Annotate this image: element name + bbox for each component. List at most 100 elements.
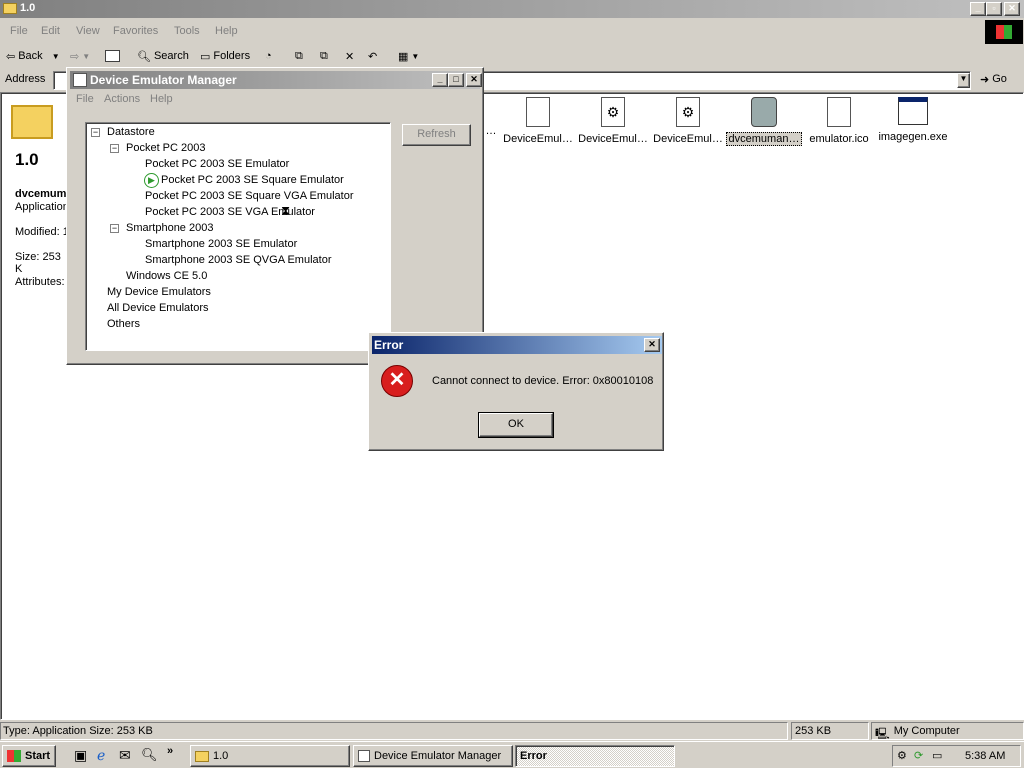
tree-node-my-emulators[interactable]: My Device Emulators <box>107 286 211 298</box>
refresh-button[interactable]: Refresh <box>402 124 471 146</box>
menu-tools[interactable]: Tools <box>174 25 200 37</box>
tree-leaf[interactable]: Pocket PC 2003 SE Square Emulator <box>161 174 344 186</box>
up-folder-button[interactable] <box>105 47 120 65</box>
tree-leaf[interactable]: Pocket PC 2003 SE Emulator <box>145 158 289 170</box>
search-button[interactable]: 🔍︎ Search <box>137 47 189 65</box>
file-item[interactable]: emulator.ico <box>800 97 878 145</box>
file-item[interactable]: imagegen.exe <box>874 97 952 143</box>
tree-leaf[interactable]: Pocket PC 2003 SE Square VGA Emulator <box>145 190 354 202</box>
file-type: Application <box>15 201 69 213</box>
chevron-down-icon: ▼ <box>82 51 91 61</box>
system-tray: ⚙ ⟳ ▭ 5:38 AM <box>892 745 1021 767</box>
tree-node-smartphone[interactable]: Smartphone 2003 <box>126 222 213 234</box>
forward-arrow-icon: ⇨ <box>70 50 80 63</box>
error-title-bar[interactable]: Error ✕ <box>372 336 662 354</box>
start-button[interactable]: Start <box>2 745 56 767</box>
ico-file-icon <box>827 97 851 127</box>
ok-button[interactable]: OK <box>478 412 554 438</box>
error-icon: ✕ <box>381 365 413 397</box>
my-computer-icon: 🖳︎ <box>875 728 890 740</box>
back-button[interactable]: ⇦ Back ▼ <box>6 47 60 65</box>
tree-node-datastore[interactable]: Datastore <box>107 126 155 138</box>
menu-favorites[interactable]: Favorites <box>113 25 158 37</box>
monitor-icon[interactable]: ▭ <box>932 749 942 762</box>
file-item[interactable]: ⚙ DeviceEmul… <box>574 97 652 145</box>
exe-window-icon <box>898 97 928 125</box>
folders-button[interactable]: ▭ Folders <box>200 47 250 65</box>
emulator-tree[interactable]: − Datastore − Pocket PC 2003 Pocket PC 2… <box>85 122 391 351</box>
explorer-menu-bar: File Edit View Favorites Tools Help <box>0 20 1024 44</box>
error-message: Cannot connect to device. Error: 0x80010… <box>432 375 654 387</box>
dem-maximize-button[interactable]: □ <box>448 73 464 87</box>
file-attributes: Attributes: <box>15 276 65 288</box>
back-arrow-icon: ⇦ <box>6 50 16 63</box>
running-play-icon: ▶ <box>144 173 159 188</box>
left-info-panel: 1.0 dvcemum Application Modified: 1 Size… <box>3 95 69 395</box>
up-folder-icon <box>105 50 120 62</box>
address-label: Address <box>5 73 46 85</box>
dem-app-icon <box>358 750 370 762</box>
dem-menu-help[interactable]: Help <box>150 93 173 105</box>
menu-edit[interactable]: Edit <box>41 25 60 37</box>
task-error[interactable]: Error <box>515 745 675 767</box>
windows-flag-icon <box>7 750 21 762</box>
file-item[interactable]: ⚙ DeviceEmul… <box>649 97 727 145</box>
delete-button[interactable]: ✕ <box>345 47 354 65</box>
move-to-icon: ⧉ <box>295 49 303 62</box>
tree-node-others[interactable]: Others <box>107 318 140 330</box>
gear-file-icon: ⚙ <box>676 97 700 127</box>
minimize-button[interactable]: _ <box>970 2 986 16</box>
status-size: 253 KB <box>791 722 869 740</box>
menu-file[interactable]: File <box>10 25 28 37</box>
task-dem[interactable]: Device Emulator Manager <box>353 745 513 767</box>
show-desktop-icon[interactable]: ▣ <box>74 747 87 764</box>
file-item-selected[interactable]: dvcemuman… <box>725 97 803 146</box>
menu-help[interactable]: Help <box>215 25 238 37</box>
collapse-toggle[interactable]: − <box>110 224 119 233</box>
collapse-toggle[interactable]: − <box>91 128 100 137</box>
file-item[interactable]: DeviceEmul… <box>499 97 577 145</box>
sync-icon[interactable]: ⟳ <box>914 749 923 762</box>
tree-node-all-emulators[interactable]: All Device Emulators <box>107 302 208 314</box>
go-button[interactable]: ➜ Go <box>980 73 1007 86</box>
restore-button[interactable]: ▫ <box>986 2 1002 16</box>
folder-large-icon <box>11 105 53 139</box>
search-icon: 🔍︎ <box>137 50 151 63</box>
device-tool-icon <box>751 97 777 127</box>
move-to-button[interactable]: ⧉ <box>295 47 303 65</box>
network-icon[interactable]: ⚙ <box>897 749 907 762</box>
explorer-title: 1.0 <box>20 2 36 14</box>
hourglass-cursor-icon: ⧗ <box>281 203 291 218</box>
taskbar: Start ▣ ℯ ✉ 🔍︎ » 1.0 Device Emulator Man… <box>0 741 1024 768</box>
collapse-toggle[interactable]: − <box>110 144 119 153</box>
more-chevron-icon[interactable]: » <box>167 745 173 757</box>
error-close-button[interactable]: ✕ <box>644 338 660 352</box>
dem-menu-file[interactable]: File <box>76 93 94 105</box>
clock[interactable]: 5:38 AM <box>965 750 1005 762</box>
menu-view[interactable]: View <box>76 25 100 37</box>
dem-title-bar[interactable]: Device Emulator Manager _ □ ✕ <box>70 71 482 89</box>
outlook-icon[interactable]: ✉ <box>119 747 131 764</box>
copy-to-button[interactable]: ⧉ <box>320 47 328 65</box>
close-button[interactable]: ✕ <box>1004 2 1020 16</box>
dem-close-button[interactable]: ✕ <box>466 73 482 87</box>
undo-button[interactable]: ↶ <box>368 47 377 65</box>
internet-explorer-icon[interactable]: ℯ <box>97 747 105 764</box>
explorer-title-bar[interactable]: 1.0 _ ▫ ✕ <box>0 0 1024 18</box>
tree-node-windows-ce[interactable]: Windows CE 5.0 <box>126 270 207 282</box>
task-explorer[interactable]: 1.0 <box>190 745 350 767</box>
dem-menu-actions[interactable]: Actions <box>104 93 140 105</box>
status-zone: 🖳︎ My Computer <box>871 722 1024 740</box>
search-icon[interactable]: 🔍︎ <box>141 747 158 763</box>
tree-leaf[interactable]: Smartphone 2003 SE Emulator <box>145 238 297 250</box>
views-button[interactable]: ▦ ▼ <box>398 47 419 65</box>
history-button[interactable]: ◔ <box>265 47 272 65</box>
tree-leaf[interactable]: Smartphone 2003 SE QVGA Emulator <box>145 254 332 266</box>
chevron-down-icon: ▼ <box>411 51 420 61</box>
delete-icon: ✕ <box>345 50 355 63</box>
tree-node-pocket-pc[interactable]: Pocket PC 2003 <box>126 142 206 154</box>
address-dropdown-button[interactable]: ▼ <box>957 73 970 88</box>
folders-icon: ▭ <box>200 50 211 63</box>
forward-button[interactable]: ⇨ ▼ <box>70 47 90 65</box>
dem-minimize-button[interactable]: _ <box>432 73 448 87</box>
